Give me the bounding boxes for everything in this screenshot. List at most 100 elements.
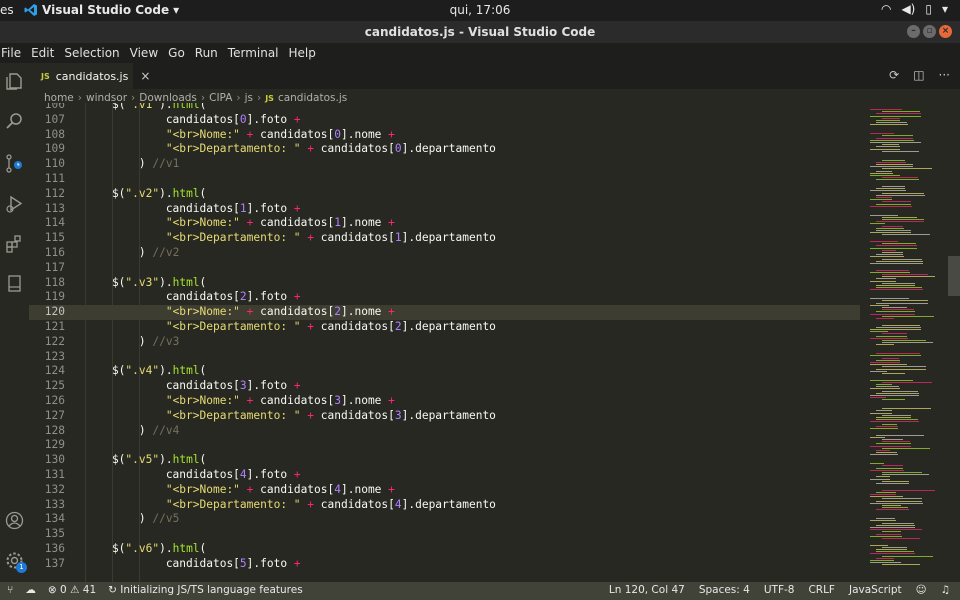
code-line[interactable]: 133 "<br>Departamento: " + candidatos[4]… — [29, 498, 860, 513]
code-line[interactable]: 119 candidatos[2].foto + — [29, 290, 860, 305]
code-token: ( — [199, 542, 207, 555]
language-status[interactable]: ↻ Initializing JS/TS language features — [108, 584, 303, 596]
maximize-button[interactable]: ▫ — [923, 25, 936, 38]
minimap-line — [870, 496, 903, 498]
more-actions-icon[interactable]: ··· — [939, 68, 950, 82]
battery-icon[interactable]: ▯ — [925, 2, 932, 16]
code-line[interactable]: 114 "<br>Nome:" + candidatos[1].nome + — [29, 216, 860, 231]
remote-branch-icon[interactable]: ⑂ — [7, 584, 13, 596]
code-line[interactable]: 131 candidatos[4].foto + — [29, 468, 860, 483]
activities-button[interactable]: es — [0, 3, 14, 17]
minimap-line — [882, 117, 900, 119]
scrollbar-thumb[interactable] — [948, 256, 960, 296]
minimap-line — [870, 289, 923, 291]
minimap-line — [870, 337, 908, 339]
code-line[interactable]: 111 — [29, 172, 860, 187]
code-line[interactable]: 106 $(".v1").html( — [29, 103, 860, 113]
remote-explorer-icon[interactable] — [4, 273, 25, 294]
feedback-icon[interactable]: ☺ — [916, 584, 927, 596]
split-editor-icon[interactable]: ◫ — [913, 68, 924, 82]
menu-help[interactable]: Help — [289, 43, 320, 63]
code-line[interactable]: 117 — [29, 261, 860, 276]
explorer-icon[interactable] — [4, 71, 25, 92]
code-line[interactable]: 134 ) //v5 — [29, 512, 860, 527]
menu-go[interactable]: Go — [168, 43, 189, 63]
code-line[interactable]: 109 "<br>Departamento: " + candidatos[0]… — [29, 142, 860, 157]
open-changes-icon[interactable]: ⟳ — [889, 68, 899, 82]
search-icon[interactable] — [4, 111, 25, 132]
end-of-line[interactable]: CRLF — [808, 584, 835, 596]
code-line[interactable]: 118 $(".v3").html( — [29, 276, 860, 291]
code-line[interactable]: 122 ) //v3 — [29, 335, 860, 350]
code-token: candidatos[ — [85, 290, 240, 304]
code-line[interactable]: 137 candidatos[5].foto + — [29, 557, 860, 572]
menu-view[interactable]: View — [130, 43, 162, 63]
system-tray[interactable]: ◠ ◀) ▯ ▾ — [881, 2, 948, 16]
manage-button[interactable]: 1 — [4, 550, 27, 573]
code-line[interactable]: 135 — [29, 527, 860, 542]
code-token: ".v6" — [125, 542, 160, 555]
chevron-down-icon[interactable]: ▾ — [942, 2, 948, 16]
menu-selection[interactable]: Selection — [64, 43, 123, 63]
code-line[interactable]: 115 "<br>Departamento: " + candidatos[1]… — [29, 231, 860, 246]
live-share-icon[interactable]: ☁ — [25, 584, 36, 596]
language-mode[interactable]: JavaScript — [849, 584, 902, 596]
code-line[interactable]: 129 — [29, 438, 860, 453]
code-line[interactable]: 108 "<br>Nome:" + candidatos[0].nome + — [29, 128, 860, 143]
window-titlebar[interactable]: candidatos.js - Visual Studio Code – ▫ × — [0, 21, 960, 43]
minimap[interactable] — [860, 103, 948, 582]
minimap-line — [870, 454, 898, 456]
code-line[interactable]: 126 "<br>Nome:" + candidatos[3].nome + — [29, 394, 860, 409]
code-line[interactable]: 121 "<br>Departamento: " + candidatos[2]… — [29, 320, 860, 335]
indentation[interactable]: Spaces: 4 — [699, 584, 750, 596]
close-window-button[interactable]: × — [939, 25, 952, 38]
code-line[interactable]: 112 $(".v2").html( — [29, 187, 860, 202]
menu-terminal[interactable]: Terminal — [228, 43, 283, 63]
run-debug-icon[interactable] — [4, 193, 25, 214]
code-line[interactable]: 116 ) //v2 — [29, 246, 860, 261]
encoding[interactable]: UTF-8 — [764, 584, 795, 596]
menu-edit[interactable]: Edit — [31, 43, 58, 63]
minimap-line — [870, 544, 888, 546]
code-token: html — [172, 542, 200, 555]
code-token: ".v2" — [125, 186, 160, 200]
minimap-line — [876, 122, 907, 124]
update-badge: 1 — [16, 562, 27, 573]
account-icon[interactable] — [4, 510, 25, 531]
menu-run[interactable]: Run — [195, 43, 222, 63]
code-line[interactable]: 113 candidatos[1].foto + — [29, 202, 860, 217]
notifications-icon[interactable]: ♫ — [941, 584, 950, 596]
code-token: + — [293, 556, 301, 570]
cursor-position[interactable]: Ln 120, Col 47 — [609, 584, 685, 596]
close-tab-icon[interactable]: × — [140, 69, 150, 83]
code-line[interactable]: 127 "<br>Departamento: " + candidatos[3]… — [29, 409, 860, 424]
code-line[interactable]: 132 "<br>Nome:" + candidatos[4].nome + — [29, 483, 860, 498]
code-line[interactable]: 120 "<br>Nome:" + candidatos[2].nome + — [29, 305, 860, 320]
volume-icon[interactable]: ◀) — [901, 2, 915, 16]
app-menu[interactable]: Visual Studio Code ▾ — [24, 3, 179, 17]
code-line[interactable]: 123 — [29, 350, 860, 365]
wifi-icon[interactable]: ◠ — [881, 2, 891, 16]
code-token: ".v5" — [125, 453, 160, 467]
tab-candidatos-js[interactable]: JS candidatos.js × — [29, 63, 150, 89]
code-editor[interactable]: 106 $(".v1").html(107 candidatos[0].foto… — [29, 103, 860, 582]
problems-indicator[interactable]: ⊗ 0 ⚠ 41 — [48, 584, 96, 596]
code-text: candidatos[5].foto + — [85, 557, 301, 572]
code-line[interactable]: 125 candidatos[3].foto + — [29, 379, 860, 394]
source-control-icon[interactable] — [4, 153, 25, 174]
code-line[interactable]: 110 ) //v1 — [29, 157, 860, 172]
vertical-scrollbar[interactable] — [948, 103, 960, 582]
minimap-line — [870, 362, 900, 363]
extensions-icon[interactable] — [4, 233, 25, 254]
code-line[interactable]: 107 candidatos[0].foto + — [29, 113, 860, 128]
menu-file[interactable]: File — [1, 43, 25, 63]
code-line[interactable]: 128 ) //v4 — [29, 424, 860, 439]
code-line[interactable]: 136 $(".v6").html( — [29, 542, 860, 557]
minimize-button[interactable]: – — [907, 25, 920, 38]
code-line[interactable]: 130 $(".v5").html( — [29, 453, 860, 468]
minimap-line — [876, 269, 909, 271]
code-token: 1 — [394, 231, 402, 245]
code-line[interactable]: 124 $(".v4").html( — [29, 364, 860, 379]
line-number: 128 — [44, 423, 65, 437]
